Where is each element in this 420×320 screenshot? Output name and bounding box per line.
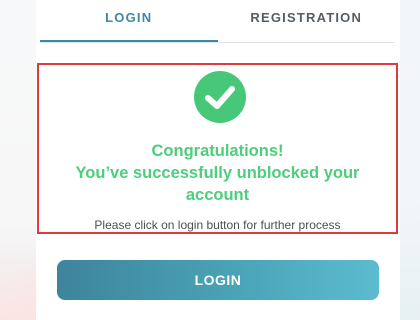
auth-card: LOGIN REGISTRATION Congratulations! You’…	[36, 0, 400, 320]
success-message-line: account	[185, 186, 250, 204]
success-message-panel: Congratulations! You’ve successfully unb…	[37, 63, 398, 234]
success-message-line: You’ve successfully unblocked your	[75, 164, 360, 182]
success-title: Congratulations!	[151, 142, 284, 160]
instruction-text: Please click on login button for further…	[94, 218, 341, 232]
auth-tabs: LOGIN REGISTRATION	[40, 0, 395, 43]
check-circle-icon	[194, 71, 246, 123]
tab-login[interactable]: LOGIN	[40, 0, 218, 42]
tab-registration[interactable]: REGISTRATION	[218, 0, 396, 40]
background-decor	[0, 230, 36, 320]
login-button[interactable]: LOGIN	[57, 260, 379, 300]
background-right-panel	[400, 0, 420, 320]
